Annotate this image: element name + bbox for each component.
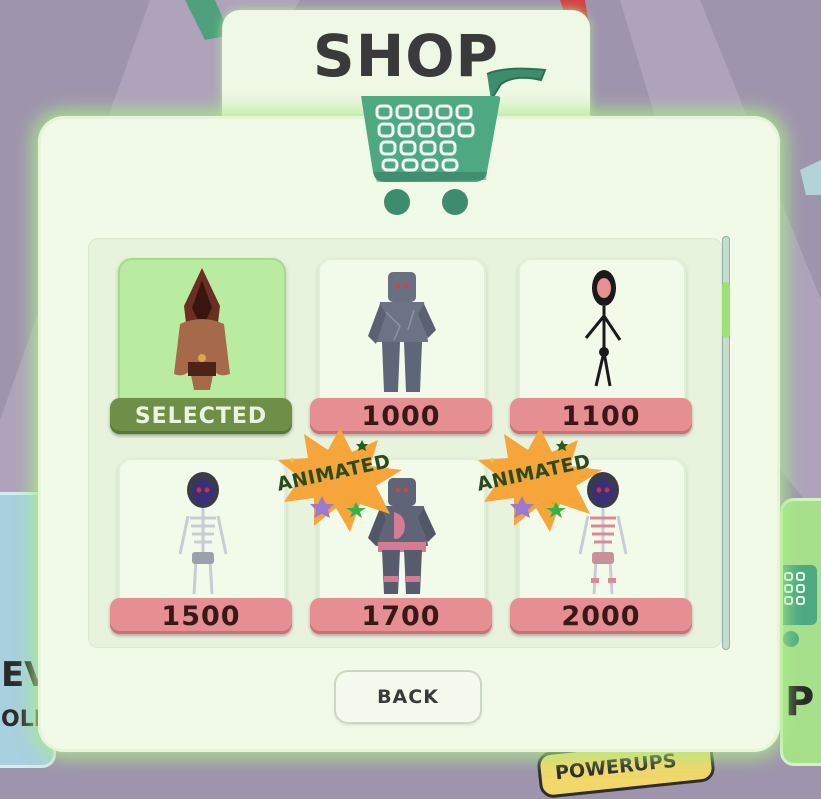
price-tag-2000: 2000 [510,598,692,634]
shop-item-card-3[interactable]: 1100 [510,258,692,434]
shopping-cart-icon [361,67,547,215]
background-card-right: P [780,498,821,766]
shop-item-card-4[interactable]: 1500 [110,458,292,634]
skeleton-icon [178,472,228,595]
background-card-right-text: P [785,679,815,725]
background-card-bottom-text: POWERUPS [554,749,678,785]
animated-badge-2: ANIMATED [470,426,610,536]
price-tag-1500: 1500 [110,598,292,634]
back-button[interactable]: BACK [336,672,480,722]
hooded-wanderer-icon [174,268,230,390]
price-tag-1700: 1700 [310,598,492,634]
animated-badge-1: ANIMATED [270,426,410,536]
selected-label: SELECTED [110,398,292,434]
stick-figure-icon [584,270,622,387]
cart-icon [783,565,817,647]
shop-item-card-2[interactable]: 1000 [310,258,492,434]
shop-item-card-1[interactable]: SELECTED [110,258,292,434]
scrollbar-thumb[interactable] [722,282,730,338]
stone-golem-icon [368,272,436,392]
